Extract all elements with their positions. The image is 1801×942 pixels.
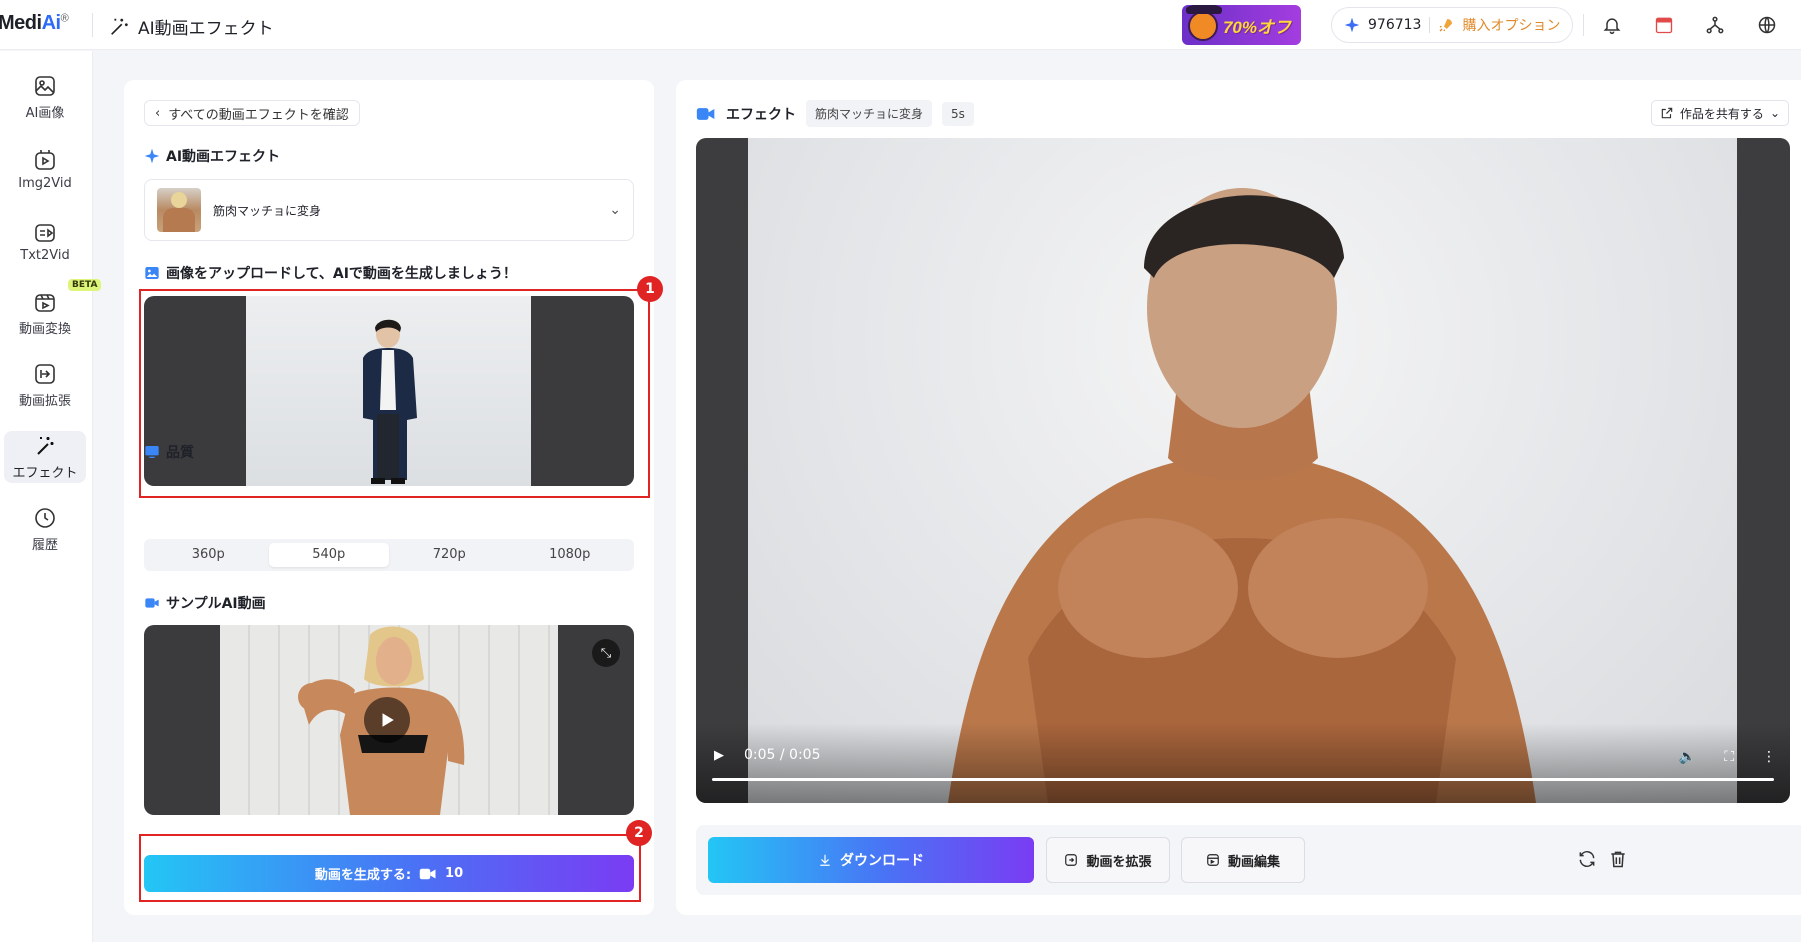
annotation-badge-2: 2 [626, 820, 652, 846]
sidebar: AI画像 Img2Vid Txt2Vid BETA 動画変換 動画拡張 エフェク… [0, 51, 102, 942]
video-extend-icon [1065, 854, 1078, 866]
calendar-icon[interactable] [1647, 8, 1681, 42]
download-icon [820, 854, 830, 866]
more-options-icon[interactable]: ⋮ [1762, 749, 1776, 765]
sidebar-item-video-extend[interactable]: 動画拡張 [4, 359, 86, 411]
pumpkin-icon [1186, 5, 1222, 41]
video-camera-icon [145, 598, 159, 608]
image-icon [145, 267, 159, 279]
bell-icon[interactable] [1595, 8, 1629, 42]
result-video-player[interactable]: ▶ 0:05 / 0:05 🔈 ⛶ ⋮ [696, 138, 1790, 803]
magic-wand-icon [111, 18, 128, 35]
expand-icon: ⤡ [600, 645, 612, 661]
volume-icon[interactable]: 🔈 [1679, 749, 1696, 765]
sidebar-item-video-convert[interactable]: 動画変換 [4, 287, 86, 339]
globe-icon[interactable] [1750, 8, 1784, 42]
video-controls: ▶ 0:05 / 0:05 🔈 ⛶ ⋮ [696, 723, 1790, 803]
header-divider [92, 13, 93, 37]
sample-section-title: サンプルAI動画 [144, 593, 266, 613]
trash-icon[interactable] [1608, 849, 1628, 869]
result-video-frame [748, 138, 1737, 803]
video-camera-icon [696, 107, 715, 120]
muscular-man-figure [948, 188, 1536, 803]
sample-video-player[interactable]: ⤡ [144, 625, 634, 815]
result-header: エフェクト 筋肉マッチョに変身 5s [696, 100, 974, 127]
sparkle-icon [1344, 17, 1360, 33]
action-row: ダウンロード 動画を拡張 動画編集 [696, 825, 1801, 895]
share-button[interactable]: 作品を共有する ⌄ [1650, 100, 1789, 126]
play-button[interactable] [364, 697, 410, 743]
quality-selector: 360p 540p 720p 1080p [144, 539, 634, 571]
sidebar-item-ai-image[interactable]: AI画像 [4, 71, 86, 123]
chevron-down-icon: ⌄ [609, 202, 621, 218]
expand-button[interactable]: ⤡ [592, 639, 620, 667]
annotation-box-1 [139, 289, 650, 498]
fullscreen-icon[interactable]: ⛶ [1724, 749, 1734, 765]
video-extend-icon [35, 363, 55, 384]
share-icon [1661, 107, 1673, 119]
image-to-video-icon [35, 149, 55, 170]
sidebar-item-history[interactable]: 履歴 [4, 503, 86, 555]
video-progress-bar[interactable] [712, 778, 1774, 781]
play-icon[interactable]: ▶ [714, 748, 724, 763]
extend-video-button[interactable]: 動画を拡張 [1046, 837, 1170, 883]
play-icon [382, 713, 394, 727]
chevron-left-icon: ‹ [155, 105, 161, 121]
duration-tag: 5s [942, 101, 974, 126]
effect-thumbnail [157, 188, 201, 232]
sidebar-item-img2vid[interactable]: Img2Vid [4, 143, 86, 195]
clock-icon [35, 507, 55, 528]
annotation-badge-1: 1 [637, 276, 663, 302]
video-convert-icon [35, 293, 55, 312]
effect-dropdown[interactable]: 筋肉マッチョに変身 ⌄ [144, 179, 634, 241]
result-panel: エフェクト 筋肉マッチョに変身 5s 作品を共有する ⌄ ▶ 0:05 / 0:… [676, 80, 1801, 915]
quality-option-720p[interactable]: 720p [389, 543, 510, 567]
video-edit-icon [1207, 854, 1219, 866]
effect-tag: 筋肉マッチョに変身 [806, 100, 933, 127]
network-icon[interactable] [1698, 8, 1732, 42]
quality-option-540p[interactable]: 540p [268, 543, 389, 567]
effect-section-title: AI動画エフェクト [144, 146, 280, 166]
credits-separator [1429, 17, 1431, 33]
buy-option-link[interactable]: 購入オプション [1462, 15, 1560, 35]
refresh-icon[interactable] [1577, 849, 1597, 869]
text-to-video-icon [35, 223, 55, 242]
back-to-effects-button[interactable]: ‹ すべての動画エフェクトを確認 [144, 100, 360, 126]
chevron-down-icon: ⌄ [1769, 106, 1780, 120]
upload-section-title: 画像をアップロードして、AIで動画を生成しましょう！ [144, 263, 517, 283]
image-icon [35, 75, 55, 96]
credits-pill[interactable]: 976713 購入オプション [1331, 7, 1574, 43]
sparkle-icon [144, 148, 160, 164]
sidebar-item-effects[interactable]: エフェクト [4, 431, 86, 483]
quality-option-1080p[interactable]: 1080p [510, 543, 631, 567]
app-logo[interactable]: MediAi® [0, 12, 69, 35]
promo-banner[interactable]: 70%オフ [1182, 5, 1301, 45]
top-bar: MediAi® AI動画エフェクト 70%オフ 976713 購入オプション [0, 0, 1801, 50]
quality-option-360p[interactable]: 360p [148, 543, 269, 567]
credits-count: 976713 [1368, 17, 1422, 33]
magic-wand-icon [37, 436, 54, 455]
rocket-icon [1439, 19, 1453, 32]
download-button[interactable]: ダウンロード [708, 837, 1034, 883]
annotation-box-2 [139, 834, 641, 902]
edit-video-button[interactable]: 動画編集 [1181, 837, 1305, 883]
sidebar-item-txt2vid[interactable]: Txt2Vid [4, 215, 86, 267]
video-time: 0:05 / 0:05 [744, 747, 821, 763]
page-title: AI動画エフェクト [108, 14, 274, 39]
toolbar-divider [1583, 14, 1584, 36]
